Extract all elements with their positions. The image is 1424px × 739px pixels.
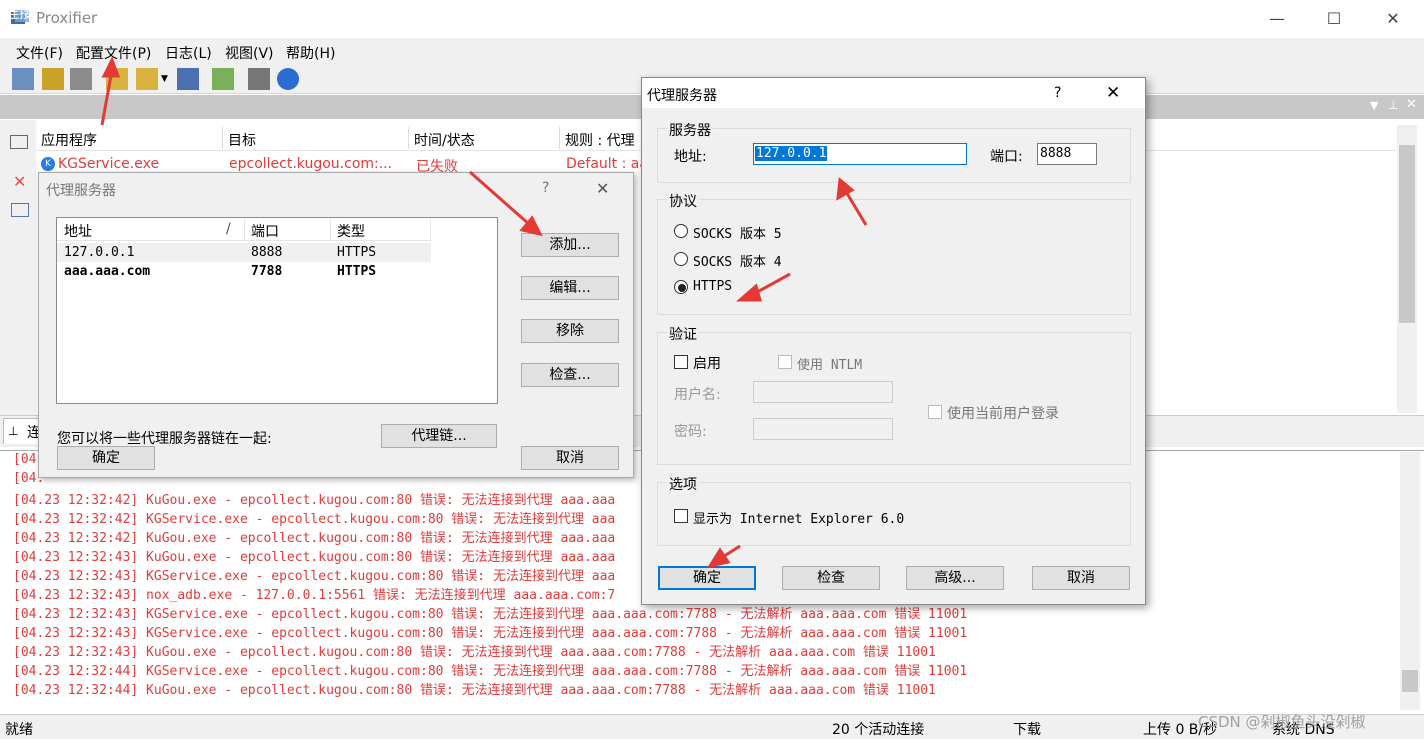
arrow [843, 189, 868, 226]
arrowhead [101, 56, 121, 78]
arrowhead [706, 547, 731, 569]
annotation-arrows [100, 56, 868, 569]
arrowhead [736, 283, 762, 302]
arrow [469, 170, 531, 227]
arrow [100, 69, 114, 126]
